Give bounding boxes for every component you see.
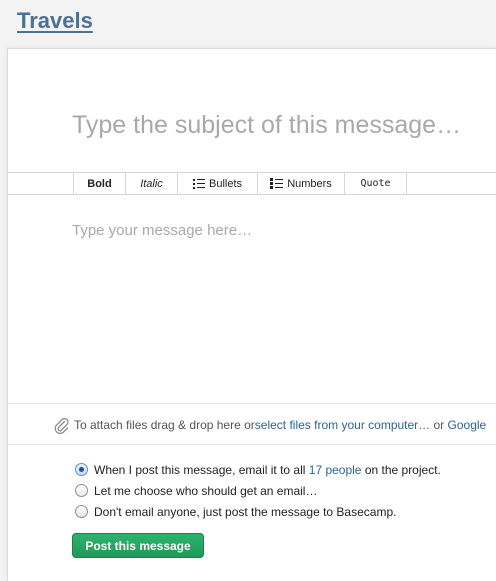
radio-button-selected[interactable] — [75, 463, 88, 476]
numbers-label: Numbers — [287, 177, 332, 190]
italic-label: Italic — [140, 177, 163, 190]
subject-input[interactable]: Type the subject of this message… — [72, 111, 461, 140]
post-message-button[interactable]: Post this message — [72, 533, 204, 558]
choose-recipients-option[interactable]: Let me choose who should get an email… — [75, 480, 441, 501]
no-email-label: Don't email anyone, just post the messag… — [94, 504, 397, 519]
italic-button[interactable]: Italic — [125, 173, 177, 194]
select-files-link[interactable]: select files from your computer… — [255, 418, 430, 432]
notify-all-suffix: on the project. — [361, 462, 441, 477]
people-count-link[interactable]: 17 people — [309, 463, 362, 477]
bullets-button[interactable]: Bullets — [177, 173, 257, 194]
bold-button[interactable]: Bold — [73, 173, 125, 194]
attach-instructions: To attach files drag & drop here or — [74, 418, 255, 432]
attach-or-text: or — [430, 418, 448, 432]
no-email-option[interactable]: Don't email anyone, just post the messag… — [75, 501, 441, 522]
google-docs-link[interactable]: Google — [448, 418, 487, 432]
attachment-dropzone[interactable]: To attach files drag & drop here or sele… — [8, 403, 496, 445]
numbered-list-icon — [270, 178, 284, 189]
message-composer: Type the subject of this message… Bold I… — [7, 48, 496, 581]
notify-all-prefix: When I post this message, email it to al… — [94, 462, 309, 477]
quote-button[interactable]: Quote — [344, 173, 407, 194]
radio-button[interactable] — [75, 505, 88, 518]
project-title-link[interactable]: Travels — [17, 8, 93, 34]
quote-label: Quote — [360, 178, 391, 189]
bold-label: Bold — [87, 177, 112, 190]
message-body-input[interactable]: Type your message here… — [72, 222, 252, 239]
bullet-list-icon — [192, 178, 205, 189]
formatting-toolbar: Bold Italic Bullets Numbers Quote — [8, 172, 496, 195]
numbers-button[interactable]: Numbers — [257, 173, 344, 194]
notify-all-option[interactable]: When I post this message, email it to al… — [75, 459, 441, 480]
choose-recipients-label: Let me choose who should get an email… — [94, 483, 318, 498]
notification-options: When I post this message, email it to al… — [75, 459, 441, 522]
radio-button[interactable] — [75, 484, 88, 497]
paperclip-icon — [54, 417, 69, 434]
bullets-label: Bullets — [208, 177, 243, 190]
